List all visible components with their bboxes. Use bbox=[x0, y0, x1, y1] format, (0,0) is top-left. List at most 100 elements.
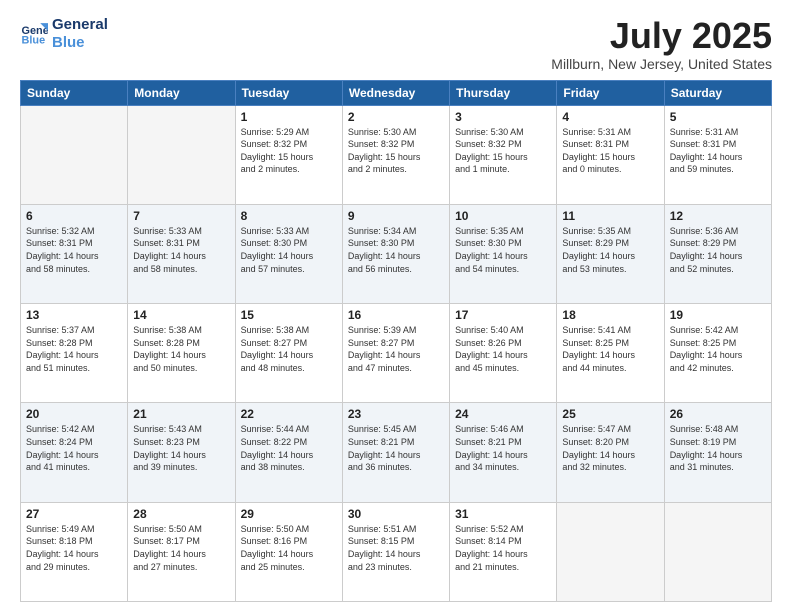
logo-text-blue: Blue bbox=[52, 34, 108, 52]
day-info: Sunrise: 5:50 AM Sunset: 8:17 PM Dayligh… bbox=[133, 523, 229, 573]
day-info: Sunrise: 5:45 AM Sunset: 8:21 PM Dayligh… bbox=[348, 423, 444, 473]
calendar-header-row: SundayMondayTuesdayWednesdayThursdayFrid… bbox=[21, 80, 772, 105]
calendar-cell: 9Sunrise: 5:34 AM Sunset: 8:30 PM Daylig… bbox=[342, 204, 449, 303]
logo-icon: General Blue bbox=[20, 20, 48, 48]
calendar-cell: 21Sunrise: 5:43 AM Sunset: 8:23 PM Dayli… bbox=[128, 403, 235, 502]
page: General Blue General Blue July 2025 Mill… bbox=[0, 0, 792, 612]
day-info: Sunrise: 5:33 AM Sunset: 8:30 PM Dayligh… bbox=[241, 225, 337, 275]
calendar-cell: 26 Sunrise: 5:48 AM Sunset: 8:19 PM Dayli… bbox=[664, 403, 771, 502]
calendar-day-header: Sunday bbox=[21, 80, 128, 105]
day-info: Sunrise: 5:34 AM Sunset: 8:30 PM Dayligh… bbox=[348, 225, 444, 275]
calendar-cell: 23 Sunrise: 5:45 AM Sunset: 8:21 PM Dayli… bbox=[342, 403, 449, 502]
calendar-day-header: Monday bbox=[128, 80, 235, 105]
calendar-cell: 6Sunrise: 5:32 AM Sunset: 8:31 PM Daylig… bbox=[21, 204, 128, 303]
day-info: Sunrise: 5:35 AM Sunset: 8:30 PM Dayligh… bbox=[455, 225, 551, 275]
day-info: Sunrise: 5:50 AM Sunset: 8:16 PM Dayligh… bbox=[241, 523, 337, 573]
day-info: Sunrise: 5:29 AM Sunset: 8:32 PM Dayligh… bbox=[241, 126, 337, 176]
day-number: 28 bbox=[133, 507, 229, 521]
day-number: 3 bbox=[455, 110, 551, 124]
calendar-cell: 19Sunrise: 5:42 AM Sunset: 8:25 PM Dayli… bbox=[664, 304, 771, 403]
day-number: 17 bbox=[455, 308, 551, 322]
day-number: 6 bbox=[26, 209, 122, 223]
calendar-cell: 8 Sunrise: 5:33 AM Sunset: 8:30 PM Daylig… bbox=[235, 204, 342, 303]
day-info: Sunrise: 5:51 AM Sunset: 8:15 PM Dayligh… bbox=[348, 523, 444, 573]
day-info: Sunrise: 5:52 AM Sunset: 8:14 PM Dayligh… bbox=[455, 523, 551, 573]
calendar-cell: 12Sunrise: 5:36 AM Sunset: 8:29 PM Dayli… bbox=[664, 204, 771, 303]
calendar-week-row: 13Sunrise: 5:37 AM Sunset: 8:28 PM Dayli… bbox=[21, 304, 772, 403]
calendar-cell: 29 Sunrise: 5:50 AM Sunset: 8:16 PM Dayli… bbox=[235, 502, 342, 601]
calendar-day-header: Saturday bbox=[664, 80, 771, 105]
day-info: Sunrise: 5:38 AM Sunset: 8:28 PM Dayligh… bbox=[133, 324, 229, 374]
calendar-cell: 25 Sunrise: 5:47 AM Sunset: 8:20 PM Dayli… bbox=[557, 403, 664, 502]
day-number: 8 bbox=[241, 209, 337, 223]
day-info: Sunrise: 5:42 AM Sunset: 8:24 PM Dayligh… bbox=[26, 423, 122, 473]
calendar-cell: 11 Sunrise: 5:35 AM Sunset: 8:29 PM Dayli… bbox=[557, 204, 664, 303]
day-number: 31 bbox=[455, 507, 551, 521]
day-number: 21 bbox=[133, 407, 229, 421]
day-info: Sunrise: 5:41 AM Sunset: 8:25 PM Dayligh… bbox=[562, 324, 658, 374]
calendar-cell: 14 Sunrise: 5:38 AM Sunset: 8:28 PM Dayli… bbox=[128, 304, 235, 403]
calendar-cell: 1 Sunrise: 5:29 AM Sunset: 8:32 PM Daylig… bbox=[235, 105, 342, 204]
day-info: Sunrise: 5:35 AM Sunset: 8:29 PM Dayligh… bbox=[562, 225, 658, 275]
day-number: 26 bbox=[670, 407, 766, 421]
day-number: 15 bbox=[241, 308, 337, 322]
calendar-cell: 28 Sunrise: 5:50 AM Sunset: 8:17 PM Dayli… bbox=[128, 502, 235, 601]
calendar-week-row: 20 Sunrise: 5:42 AM Sunset: 8:24 PM Dayli… bbox=[21, 403, 772, 502]
calendar-cell bbox=[128, 105, 235, 204]
day-number: 23 bbox=[348, 407, 444, 421]
calendar-cell bbox=[664, 502, 771, 601]
day-info: Sunrise: 5:47 AM Sunset: 8:20 PM Dayligh… bbox=[562, 423, 658, 473]
logo: General Blue General Blue bbox=[20, 16, 108, 52]
day-number: 18 bbox=[562, 308, 658, 322]
day-number: 25 bbox=[562, 407, 658, 421]
day-number: 16 bbox=[348, 308, 444, 322]
calendar-cell bbox=[557, 502, 664, 601]
calendar-cell: 16 Sunrise: 5:39 AM Sunset: 8:27 PM Dayli… bbox=[342, 304, 449, 403]
calendar-cell: 20 Sunrise: 5:42 AM Sunset: 8:24 PM Dayli… bbox=[21, 403, 128, 502]
calendar-cell: 22 Sunrise: 5:44 AM Sunset: 8:22 PM Dayli… bbox=[235, 403, 342, 502]
day-number: 7 bbox=[133, 209, 229, 223]
header: General Blue General Blue July 2025 Mill… bbox=[20, 16, 772, 72]
calendar-week-row: 6Sunrise: 5:32 AM Sunset: 8:31 PM Daylig… bbox=[21, 204, 772, 303]
calendar-cell: 27Sunrise: 5:49 AM Sunset: 8:18 PM Dayli… bbox=[21, 502, 128, 601]
calendar-cell: 5Sunrise: 5:31 AM Sunset: 8:31 PM Daylig… bbox=[664, 105, 771, 204]
calendar-day-header: Thursday bbox=[450, 80, 557, 105]
day-number: 22 bbox=[241, 407, 337, 421]
day-info: Sunrise: 5:33 AM Sunset: 8:31 PM Dayligh… bbox=[133, 225, 229, 275]
day-number: 29 bbox=[241, 507, 337, 521]
calendar-cell: 4 Sunrise: 5:31 AM Sunset: 8:31 PM Daylig… bbox=[557, 105, 664, 204]
calendar-day-header: Tuesday bbox=[235, 80, 342, 105]
day-number: 1 bbox=[241, 110, 337, 124]
day-number: 14 bbox=[133, 308, 229, 322]
calendar-cell: 18 Sunrise: 5:41 AM Sunset: 8:25 PM Dayli… bbox=[557, 304, 664, 403]
day-info: Sunrise: 5:42 AM Sunset: 8:25 PM Dayligh… bbox=[670, 324, 766, 374]
day-number: 20 bbox=[26, 407, 122, 421]
calendar-cell bbox=[21, 105, 128, 204]
day-number: 10 bbox=[455, 209, 551, 223]
day-number: 24 bbox=[455, 407, 551, 421]
day-info: Sunrise: 5:48 AM Sunset: 8:19 PM Dayligh… bbox=[670, 423, 766, 473]
day-number: 11 bbox=[562, 209, 658, 223]
calendar-cell: 13Sunrise: 5:37 AM Sunset: 8:28 PM Dayli… bbox=[21, 304, 128, 403]
calendar-day-header: Friday bbox=[557, 80, 664, 105]
day-number: 4 bbox=[562, 110, 658, 124]
calendar-cell: 3 Sunrise: 5:30 AM Sunset: 8:32 PM Daylig… bbox=[450, 105, 557, 204]
calendar-cell: 31 Sunrise: 5:52 AM Sunset: 8:14 PM Dayli… bbox=[450, 502, 557, 601]
calendar-week-row: 27Sunrise: 5:49 AM Sunset: 8:18 PM Dayli… bbox=[21, 502, 772, 601]
page-title: July 2025 bbox=[551, 16, 772, 56]
day-info: Sunrise: 5:39 AM Sunset: 8:27 PM Dayligh… bbox=[348, 324, 444, 374]
day-number: 5 bbox=[670, 110, 766, 124]
day-info: Sunrise: 5:46 AM Sunset: 8:21 PM Dayligh… bbox=[455, 423, 551, 473]
logo-text-general: General bbox=[52, 16, 108, 34]
day-info: Sunrise: 5:31 AM Sunset: 8:31 PM Dayligh… bbox=[562, 126, 658, 176]
calendar-day-header: Wednesday bbox=[342, 80, 449, 105]
calendar-cell: 30Sunrise: 5:51 AM Sunset: 8:15 PM Dayli… bbox=[342, 502, 449, 601]
day-number: 13 bbox=[26, 308, 122, 322]
day-info: Sunrise: 5:30 AM Sunset: 8:32 PM Dayligh… bbox=[348, 126, 444, 176]
calendar-cell: 24 Sunrise: 5:46 AM Sunset: 8:21 PM Dayli… bbox=[450, 403, 557, 502]
calendar-cell: 15Sunrise: 5:38 AM Sunset: 8:27 PM Dayli… bbox=[235, 304, 342, 403]
day-info: Sunrise: 5:44 AM Sunset: 8:22 PM Dayligh… bbox=[241, 423, 337, 473]
day-info: Sunrise: 5:30 AM Sunset: 8:32 PM Dayligh… bbox=[455, 126, 551, 176]
calendar-cell: 10 Sunrise: 5:35 AM Sunset: 8:30 PM Dayli… bbox=[450, 204, 557, 303]
day-info: Sunrise: 5:49 AM Sunset: 8:18 PM Dayligh… bbox=[26, 523, 122, 573]
